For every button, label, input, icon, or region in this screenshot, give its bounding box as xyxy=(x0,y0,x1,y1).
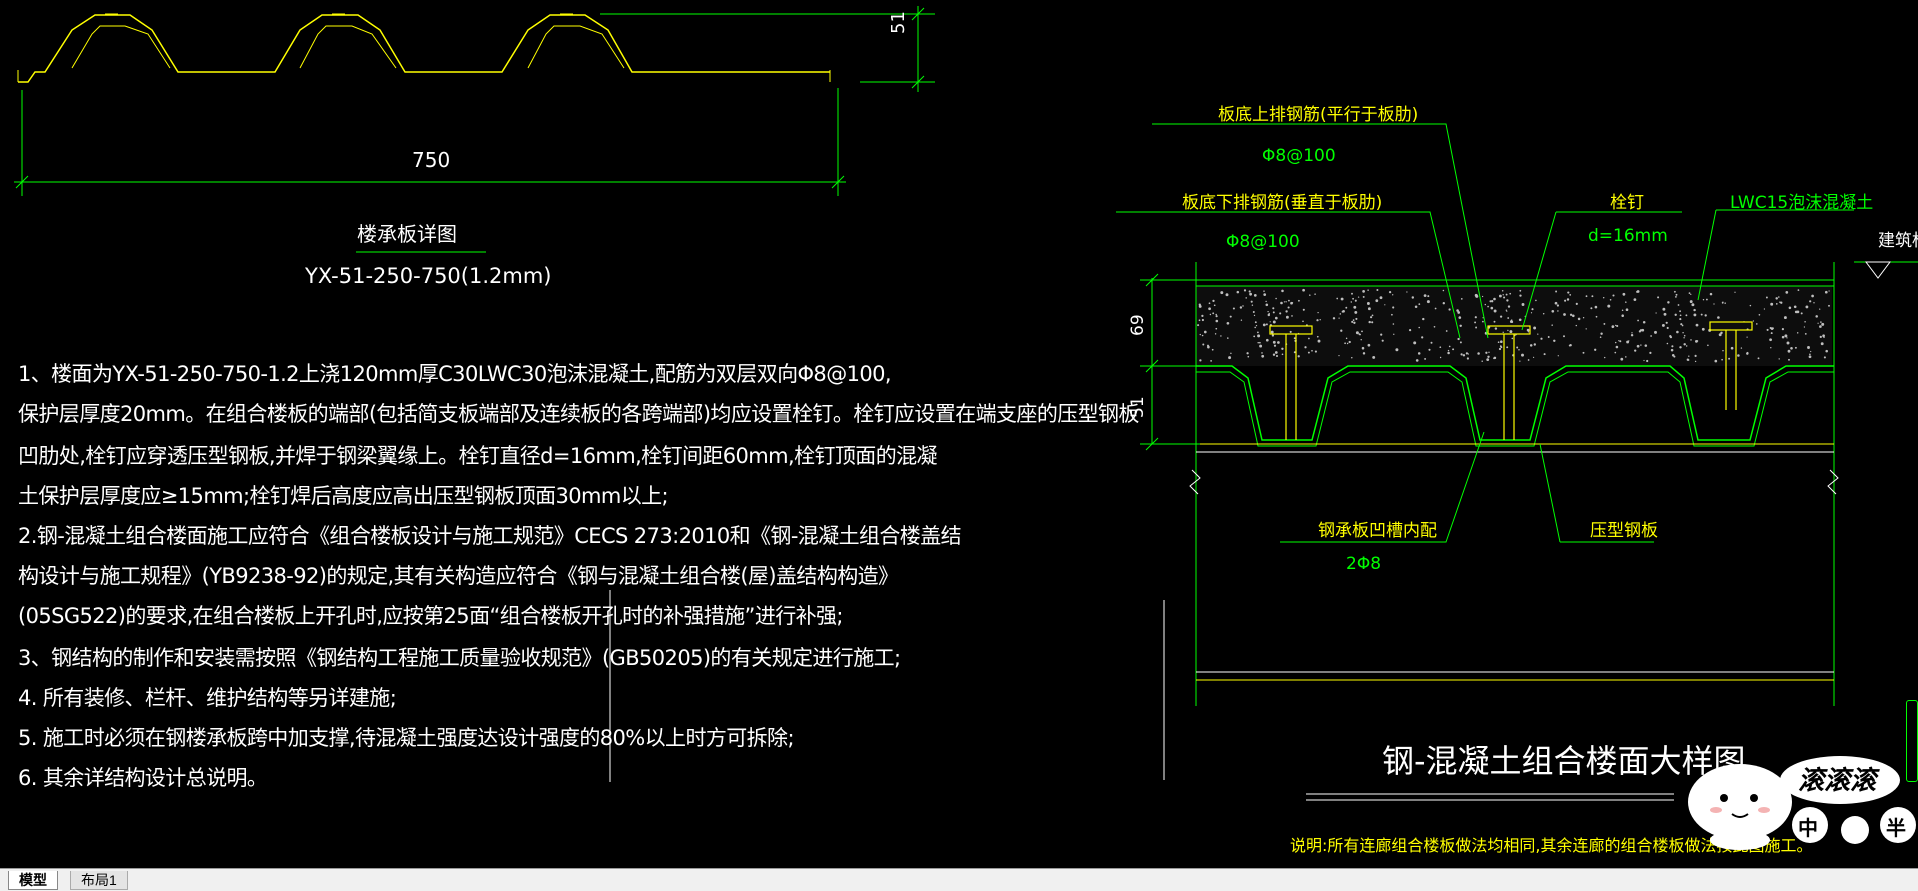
watermark-text-b: 半 xyxy=(1886,816,1906,840)
note-line: 凹肋处,栓钉应穿透压型钢板,并焊于钢梁翼缘上。栓钉直径d=16mm,栓钉间距60… xyxy=(18,444,938,468)
tab-model[interactable]: 模型 xyxy=(8,871,58,890)
section-deck-profile xyxy=(1196,365,1834,441)
note-line: 3、钢结构的制作和安装需按照《钢结构工程施工质量验收规范》(GB50205)的有… xyxy=(18,646,901,670)
note-line: 1、楼面为YX-51-250-750-1.2上浇120mm厚C30LWC30泡沫… xyxy=(18,362,892,386)
deck-width-dim: 750 xyxy=(412,148,451,172)
section-dim-lower: 51 xyxy=(1128,396,1148,418)
note-line: 6. 其余详结构设计总说明。 xyxy=(18,766,268,790)
concrete-label: LWC15泡沫混凝土 xyxy=(1730,193,1874,213)
stud-label: 栓钉 xyxy=(1610,193,1644,213)
note-line: 2.钢-混凝土组合楼面施工应符合《组合楼板设计与施工规范》CECS 273:20… xyxy=(18,524,962,548)
watermark-logo: 滚滚滚 中 半 xyxy=(1680,740,1918,855)
deck-height-dim: 51 xyxy=(888,11,909,34)
note-line: 5. 施工时必须在钢楼承板跨中加支撑,待混凝土强度达设计强度的80%以上时方可拆… xyxy=(18,726,795,750)
section-dim-upper: 69 xyxy=(1128,314,1148,336)
top-rebar-label: 板底上排钢筋(平行于板肋) xyxy=(1218,105,1419,125)
trough-rebar-spec: 2Φ8 xyxy=(1346,554,1382,574)
note-line: 构设计与施工规程》(YB9238-92)的规定,其有关构造应符合《钢与混凝土组合… xyxy=(18,564,899,588)
elevation-label: 建筑标 xyxy=(1878,231,1918,251)
deck-model-label: YX-51-250-750(1.2mm) xyxy=(305,264,552,288)
cad-model-space[interactable]: 51 750 楼承板详图 YX-51-250-750(1.2mm) 1、楼面为Y… xyxy=(0,0,1918,868)
deck-label: 压型钢板 xyxy=(1590,521,1658,541)
note-line: (05SG522)的要求,在组合楼板上开孔时,应按第25面“组合楼板开孔时的补强… xyxy=(18,604,844,628)
watermark-text-a: 中 xyxy=(1798,816,1818,840)
deck-profile-inner xyxy=(71,25,171,69)
layout-tab-bar: 模型 布局1 xyxy=(0,868,1918,891)
deck-profile-outer xyxy=(18,14,830,83)
deck-detail-title: 楼承板详图 xyxy=(357,222,457,246)
note-line: 4. 所有装修、栏杆、维护结构等另详建施; xyxy=(18,686,397,710)
bottom-rebar-label: 板底下排钢筋(垂直于板肋) xyxy=(1182,193,1383,213)
deck-profile-drawing xyxy=(14,6,935,253)
watermark-text: 滚滚滚 xyxy=(1798,766,1877,796)
top-rebar-spec: Φ8@100 xyxy=(1262,146,1336,166)
note-line: 土保护层厚度应≥15mm;栓钉焊后高度应高出压型钢板顶面30mm以上; xyxy=(18,484,669,508)
bottom-rebar-spec: Φ8@100 xyxy=(1226,232,1300,252)
stud-spec: d=16mm xyxy=(1588,226,1668,246)
trough-rebar-label: 钢承板凹槽内配 xyxy=(1318,521,1437,541)
note-line: 保护层厚度20mm。在组合楼板的端部(包括简支板端部及连续板的各跨端部)均应设置… xyxy=(18,402,1139,426)
tab-layout1[interactable]: 布局1 xyxy=(70,871,128,890)
